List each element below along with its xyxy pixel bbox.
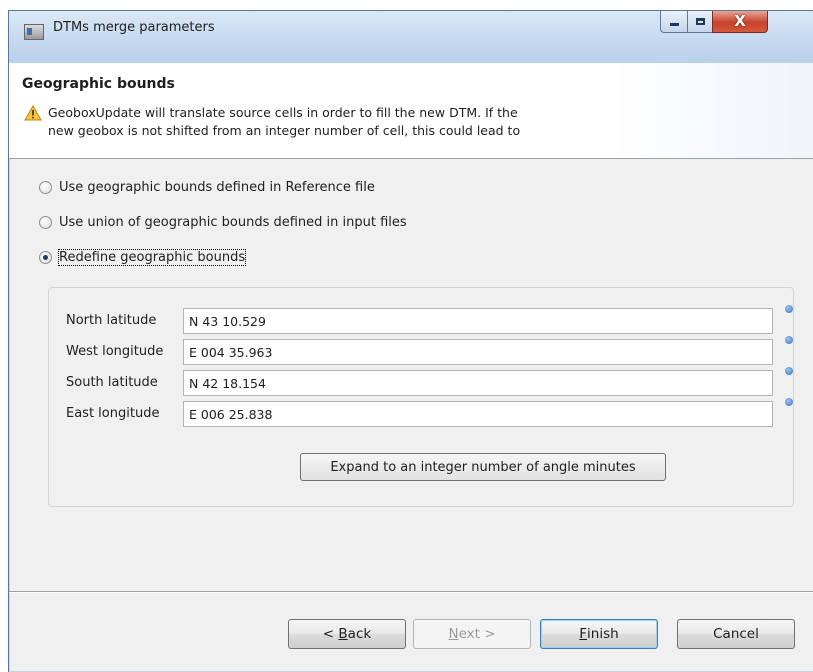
radio-label: Use geographic bounds defined in Referen…: [59, 180, 375, 195]
info-icon: [785, 305, 793, 313]
east-longitude-label: East longitude: [66, 406, 160, 421]
close-button[interactable]: X: [712, 11, 768, 33]
back-button-label: ack: [347, 626, 372, 642]
finish-button-mnemonic: F: [579, 626, 588, 642]
east-longitude-field[interactable]: [183, 401, 773, 427]
info-icon: [785, 398, 793, 406]
maximize-button[interactable]: [687, 11, 713, 33]
maximize-icon: [695, 18, 705, 25]
back-button[interactable]: < Back: [288, 619, 406, 649]
south-latitude-field[interactable]: [183, 370, 773, 396]
back-button-mnemonic: B: [338, 626, 348, 642]
close-icon: X: [734, 12, 746, 30]
cancel-button[interactable]: Cancel: [677, 619, 795, 649]
north-latitude-field[interactable]: [183, 308, 773, 334]
title-bar[interactable]: DTMs merge parameters X: [9, 11, 813, 64]
window-title: DTMs merge parameters: [53, 20, 215, 35]
next-button-mnemonic: N: [448, 626, 459, 642]
finish-button[interactable]: Finish: [540, 619, 658, 649]
radio-label: Use union of geographic bounds defined i…: [59, 215, 407, 230]
radio-redefine-bounds[interactable]: Redefine geographic bounds: [39, 249, 247, 266]
expand-to-minutes-button[interactable]: Expand to an integer number of angle min…: [300, 453, 666, 481]
info-icon: [785, 336, 793, 344]
minimize-icon: [669, 23, 679, 26]
west-longitude-field[interactable]: [183, 339, 773, 365]
header-message-line: GeoboxUpdate will translate source cells…: [48, 105, 518, 120]
radio-reference-bounds[interactable]: Use geographic bounds defined in Referen…: [39, 180, 375, 195]
info-icon: [785, 367, 793, 375]
minimize-button[interactable]: [660, 11, 688, 33]
south-latitude-label: South latitude: [66, 375, 158, 390]
header-message-line: new geobox is not shifted from an intege…: [48, 123, 521, 138]
radio-label: Redefine geographic bounds: [57, 249, 247, 266]
bounds-group: North latitude West longitude South lati…: [48, 287, 794, 507]
radio-button[interactable]: [39, 181, 52, 194]
footer-separator-highlight: [9, 592, 813, 593]
west-longitude-label: West longitude: [66, 344, 164, 359]
wizard-header: Geographic bounds GeoboxUpdate will tran…: [9, 63, 813, 159]
radio-union-bounds[interactable]: Use union of geographic bounds defined i…: [39, 215, 407, 230]
header-message: GeoboxUpdate will translate source cells…: [48, 104, 638, 140]
radio-button-selected[interactable]: [39, 251, 52, 264]
radio-button[interactable]: [39, 216, 52, 229]
finish-button-label: inish: [587, 626, 619, 642]
wizard-content: Use geographic bounds defined in Referen…: [9, 159, 813, 592]
north-latitude-label: North latitude: [66, 313, 157, 328]
dialog-window: DTMs merge parameters X Geographic bound…: [8, 10, 813, 672]
next-button[interactable]: Next >: [413, 619, 531, 649]
next-button-label: ext >: [458, 626, 496, 642]
warning-icon: [24, 105, 42, 121]
page-title: Geographic bounds: [22, 76, 175, 92]
back-button-prefix: <: [322, 626, 339, 642]
app-icon: [24, 24, 44, 40]
